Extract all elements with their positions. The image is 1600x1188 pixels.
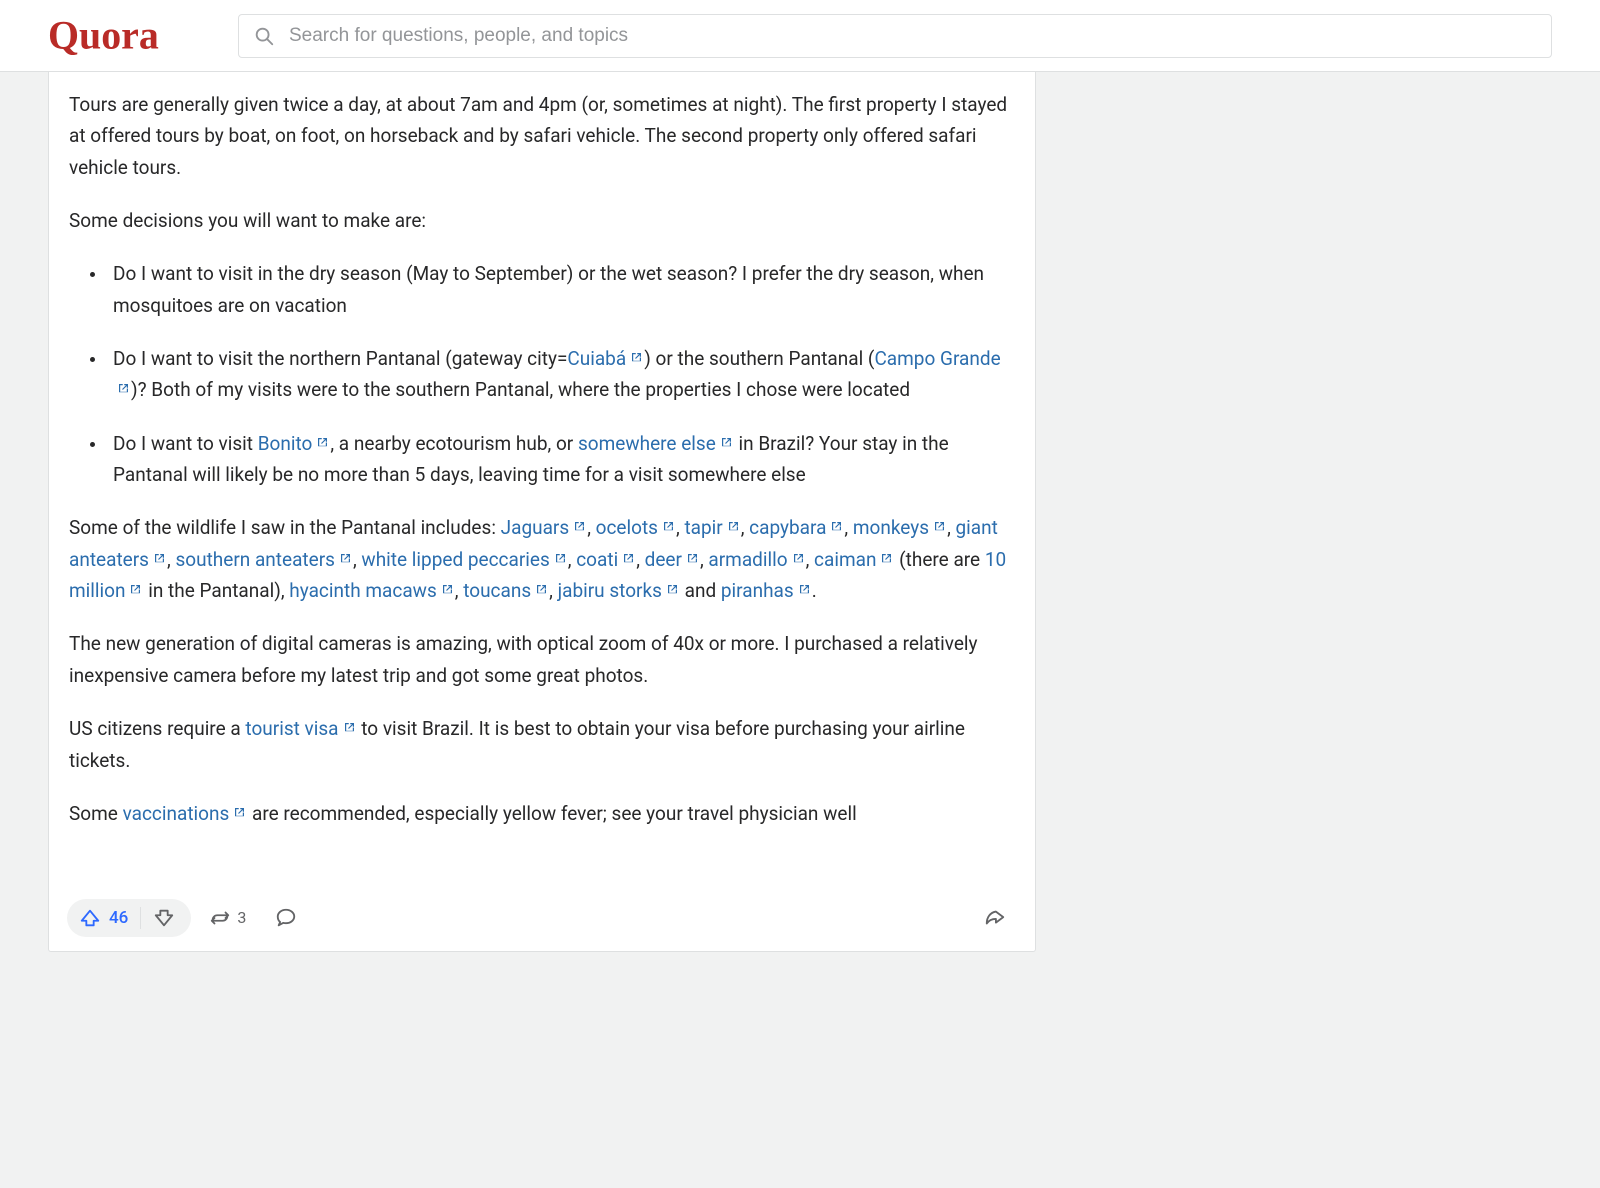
external-link-icon <box>629 350 644 365</box>
link-armadillo[interactable]: armadillo <box>708 548 805 571</box>
paragraph: Some of the wildlife I saw in the Pantan… <box>69 512 1015 606</box>
external-link-icon <box>116 381 131 396</box>
paragraph: US citizens require a tourist visa to vi… <box>69 713 1015 776</box>
search-icon <box>253 25 275 47</box>
action-bar: 46 3 <box>49 891 1035 951</box>
external-link-icon <box>440 582 455 597</box>
external-link-icon <box>621 551 636 566</box>
vote-pill: 46 <box>67 899 191 937</box>
external-link-icon <box>342 720 357 735</box>
link-ocelots[interactable]: ocelots <box>596 516 676 539</box>
link-capybara[interactable]: capybara <box>749 516 844 539</box>
link-bonito[interactable]: Bonito <box>258 432 331 455</box>
quora-logo[interactable]: Quora <box>48 15 218 57</box>
share-arrow-icon <box>983 907 1007 929</box>
external-link-icon <box>661 519 676 534</box>
paragraph: Some vaccinations are recommended, espec… <box>69 798 1015 829</box>
downvote-icon <box>153 907 175 929</box>
paragraph: Tours are generally given twice a day, a… <box>69 89 1015 183</box>
external-link-icon <box>572 519 587 534</box>
external-link-icon <box>791 551 806 566</box>
link-vaccinations[interactable]: vaccinations <box>123 802 248 825</box>
search-input[interactable] <box>289 25 1537 47</box>
link-monkeys[interactable]: monkeys <box>853 516 947 539</box>
link-toucans[interactable]: toucans <box>463 579 549 602</box>
share-button[interactable] <box>973 899 1017 937</box>
upvote-button[interactable]: 46 <box>79 904 140 932</box>
external-link-icon <box>726 519 741 534</box>
external-link-icon <box>829 519 844 534</box>
external-link-icon <box>719 435 734 450</box>
reshare-icon <box>209 907 231 929</box>
list-item: Do I want to visit Bonito, a nearby ecot… <box>107 428 1015 491</box>
link-somewhere-else[interactable]: somewhere else <box>578 432 734 455</box>
downvote-button[interactable] <box>141 907 187 929</box>
answer-card: Tours are generally given twice a day, a… <box>48 71 1036 952</box>
list-item: Do I want to visit the northern Pantanal… <box>107 343 1015 406</box>
paragraph: Some decisions you will want to make are… <box>69 205 1015 236</box>
upvote-count: 46 <box>109 904 128 932</box>
external-link-icon <box>932 519 947 534</box>
reshare-count: 3 <box>237 905 246 931</box>
link-hyacinth-macaws[interactable]: hyacinth macaws <box>289 579 454 602</box>
link-southern-anteaters[interactable]: southern anteaters <box>175 548 353 571</box>
external-link-icon <box>665 582 680 597</box>
answer-content: Tours are generally given twice a day, a… <box>49 71 1035 891</box>
link-jaguars[interactable]: Jaguars <box>501 516 588 539</box>
list-item: Do I want to visit in the dry season (Ma… <box>107 258 1015 321</box>
link-tapir[interactable]: tapir <box>684 516 740 539</box>
link-coati[interactable]: coati <box>576 548 636 571</box>
link-white-lipped-peccaries[interactable]: white lipped peccaries <box>361 548 567 571</box>
external-link-icon <box>338 551 353 566</box>
external-link-icon <box>315 435 330 450</box>
link-piranhas[interactable]: piranhas <box>721 579 812 602</box>
link-caiman[interactable]: caiman <box>814 548 894 571</box>
comment-button[interactable] <box>264 899 308 937</box>
external-link-icon <box>128 582 143 597</box>
upvote-icon <box>79 907 101 929</box>
external-link-icon <box>534 582 549 597</box>
app-header: Quora <box>0 0 1600 72</box>
external-link-icon <box>553 551 568 566</box>
comment-icon <box>275 907 297 929</box>
external-link-icon <box>685 551 700 566</box>
external-link-icon <box>879 551 894 566</box>
link-tourist-visa[interactable]: tourist visa <box>245 717 356 740</box>
link-deer[interactable]: deer <box>645 548 700 571</box>
external-link-icon <box>152 551 167 566</box>
logo-text: Quora <box>48 15 159 57</box>
search-box[interactable] <box>238 14 1552 58</box>
content-fade <box>49 851 1035 891</box>
paragraph: The new generation of digital cameras is… <box>69 628 1015 691</box>
external-link-icon <box>232 805 247 820</box>
reshare-button[interactable]: 3 <box>199 899 256 937</box>
link-jabiru-storks[interactable]: jabiru storks <box>558 579 680 602</box>
external-link-icon <box>797 582 812 597</box>
link-cuiaba[interactable]: Cuiabá <box>567 347 644 370</box>
